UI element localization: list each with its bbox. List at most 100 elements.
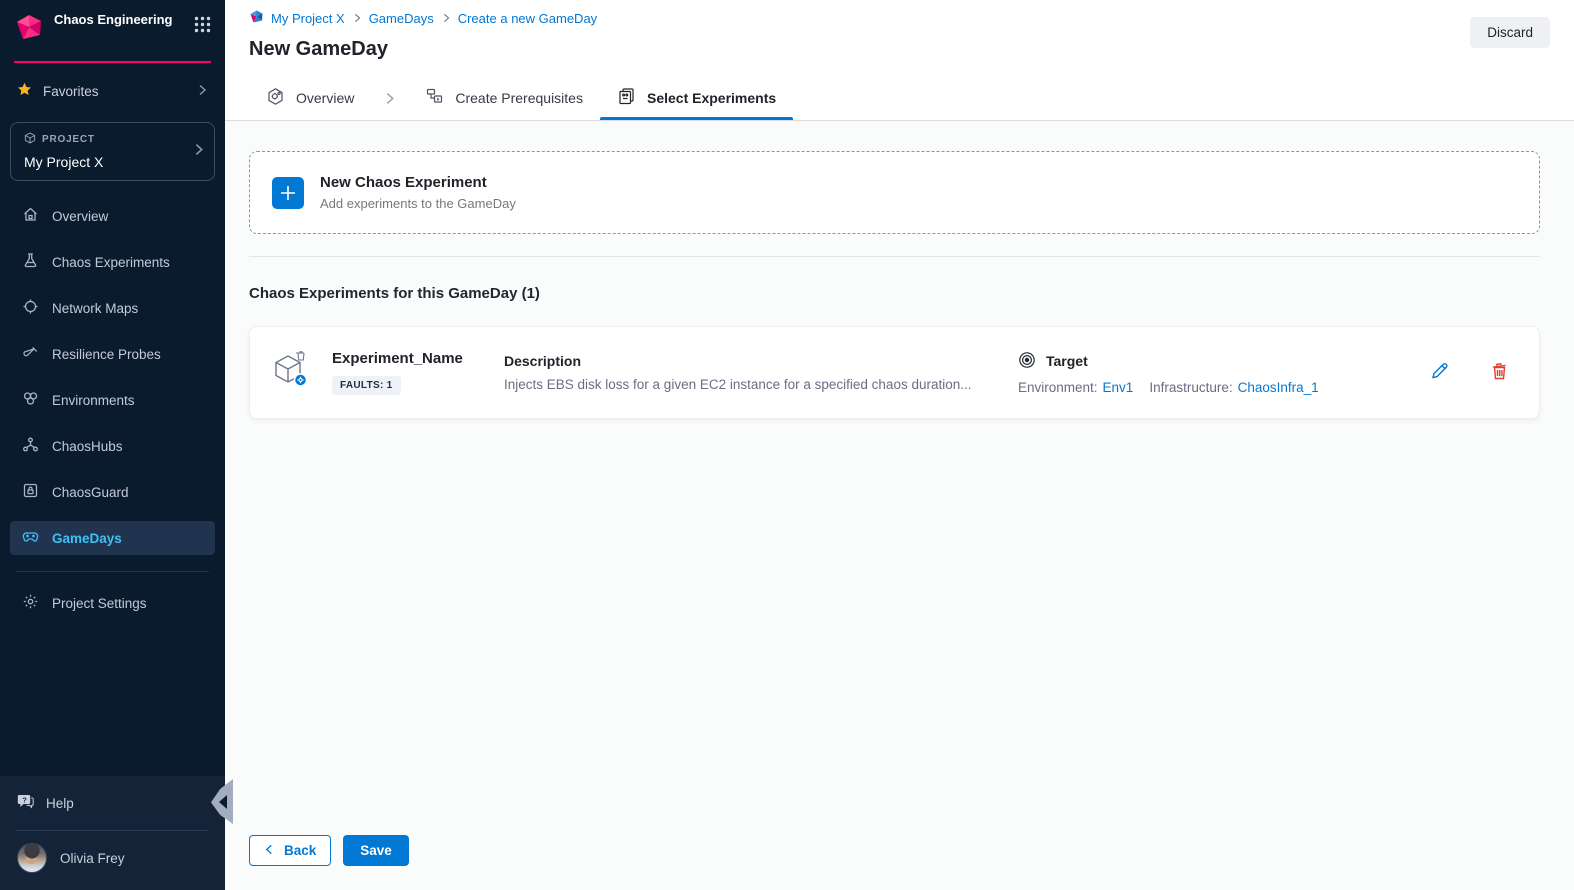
wizard-footer-actions: Back Save [249, 835, 409, 866]
tab-label: Overview [296, 90, 354, 106]
sidebar-item-gamedays[interactable]: GameDays [10, 521, 215, 555]
environment-link[interactable]: Env1 [1103, 380, 1134, 395]
description-label: Description [504, 353, 998, 369]
app-grid-icon[interactable] [194, 16, 211, 38]
sidebar-item-overview[interactable]: Overview [10, 199, 215, 233]
sidebar-item-label: Resilience Probes [52, 347, 161, 362]
stacked-cards-icon [617, 87, 636, 109]
target-label: Target [1046, 353, 1088, 369]
hexagon-gear-icon [266, 87, 285, 109]
help-button[interactable]: ? Help [0, 776, 225, 830]
tab-select-experiments[interactable]: Select Experiments [600, 76, 793, 120]
sidebar-item-label: GameDays [52, 531, 122, 546]
back-button[interactable]: Back [249, 835, 331, 866]
sidebar-item-resilience-probes[interactable]: Resilience Probes [10, 337, 215, 371]
node-graph-icon [22, 436, 39, 456]
user-avatar [17, 843, 47, 873]
sidebar-item-chaoshubs[interactable]: ChaosHubs [10, 429, 215, 463]
page-header: My Project X GameDays Create a new GameD… [225, 0, 1574, 76]
page-title: New GameDay [249, 38, 1550, 61]
tab-label: Create Prerequisites [455, 90, 583, 106]
crosshair-icon [22, 298, 39, 318]
sidebar-item-environments[interactable]: Environments [10, 383, 215, 417]
sidebar-item-chaos-experiments[interactable]: Chaos Experiments [10, 245, 215, 279]
main-area: My Project X GameDays Create a new GameD… [225, 0, 1574, 890]
back-label: Back [284, 843, 316, 858]
tab-content: New Chaos Experiment Add experiments to … [225, 121, 1574, 890]
gear-icon [22, 593, 39, 613]
app-window: Chaos Engineering Favorites [0, 0, 1574, 890]
help-label: Help [46, 796, 74, 811]
trash-icon [1490, 361, 1509, 384]
breadcrumb-link-gamedays[interactable]: GameDays [369, 11, 434, 26]
experiment-name-column: Experiment_Name FAULTS: 1 [332, 350, 504, 395]
brand-title: Chaos Engineering [54, 12, 184, 29]
user-name: Olivia Frey [60, 851, 125, 866]
infrastructure-link[interactable]: ChaosInfra_1 [1238, 380, 1319, 395]
new-experiment-title: New Chaos Experiment [320, 174, 516, 191]
breadcrumb-link-create-gameday[interactable]: Create a new GameDay [458, 11, 597, 26]
sidebar-item-label: Overview [52, 209, 108, 224]
target-bullseye-icon [1018, 351, 1036, 372]
breadcrumb-separator-icon [441, 11, 451, 26]
discard-button[interactable]: Discard [1470, 17, 1550, 48]
sidebar-item-project-settings[interactable]: Project Settings [10, 586, 215, 620]
experiment-actions [1418, 359, 1519, 386]
sidebar-item-label: Network Maps [52, 301, 138, 316]
delete-experiment-button[interactable] [1488, 359, 1511, 386]
favorites-row[interactable]: Favorites [0, 63, 225, 114]
new-chaos-experiment-dropzone[interactable]: New Chaos Experiment Add experiments to … [249, 151, 1540, 234]
user-profile[interactable]: Olivia Frey [0, 831, 225, 890]
experiment-card: Experiment_Name FAULTS: 1 Description In… [249, 326, 1540, 419]
target-meta: Environment: Env1 Infrastructure: ChaosI… [1018, 380, 1418, 395]
experiment-target-column: Target Environment: Env1 Infrastructure:… [1018, 351, 1418, 395]
breadcrumb-separator-icon [352, 11, 362, 26]
sidebar-item-label: Chaos Experiments [52, 255, 170, 270]
infrastructure-label: Infrastructure: [1149, 380, 1232, 395]
chevron-right-icon [192, 143, 205, 161]
star-icon [17, 82, 32, 100]
gamepad-icon [22, 528, 39, 548]
faults-badge: FAULTS: 1 [332, 376, 401, 395]
svg-text:?: ? [22, 795, 27, 804]
save-button[interactable]: Save [343, 835, 409, 866]
test-tube-icon [22, 344, 39, 364]
sidebar-item-label: Environments [52, 393, 135, 408]
favorites-label: Favorites [43, 84, 99, 99]
sidebar-item-label: ChaosGuard [52, 485, 129, 500]
sidebar: Chaos Engineering Favorites [0, 0, 225, 890]
sidebar-item-chaosguard[interactable]: ChaosGuard [10, 475, 215, 509]
new-experiment-subtitle: Add experiments to the GameDay [320, 196, 516, 211]
project-kicker: PROJECT [24, 132, 188, 147]
tab-separator-chevron-icon [371, 76, 408, 120]
edit-experiment-button[interactable] [1428, 359, 1452, 386]
home-icon [22, 206, 39, 226]
environment-label: Environment: [1018, 380, 1098, 395]
collapse-arrow-icon [219, 795, 227, 809]
sidebar-item-network-maps[interactable]: Network Maps [10, 291, 215, 325]
brand-header: Chaos Engineering [0, 0, 225, 55]
lock-icon [22, 482, 39, 502]
sidebar-nav: Overview Chaos Experiments Network Maps … [0, 181, 225, 555]
description-text: Injects EBS disk loss for a given EC2 in… [504, 377, 998, 392]
tab-create-prerequisites[interactable]: Create Prerequisites [408, 76, 600, 120]
experiment-description-column: Description Injects EBS disk loss for a … [504, 353, 1018, 392]
harness-mini-logo-icon [249, 9, 264, 27]
experiment-name: Experiment_Name [332, 350, 504, 367]
experiment-cube-icon [272, 349, 312, 396]
content-divider [249, 256, 1540, 257]
sidebar-item-label: ChaosHubs [52, 439, 123, 454]
project-selector[interactable]: PROJECT My Project X [10, 122, 215, 181]
breadcrumb: My Project X GameDays Create a new GameD… [249, 9, 1550, 27]
wizard-tabbar: Overview Create Prerequisites Select Exp… [225, 76, 1574, 121]
tab-overview[interactable]: Overview [249, 76, 371, 120]
add-experiment-button[interactable] [272, 177, 304, 209]
flask-icon [22, 252, 39, 272]
cube-icon [24, 132, 36, 147]
pencil-icon [1430, 361, 1450, 384]
target-header: Target [1018, 351, 1418, 372]
sidebar-footer: ? Help Olivia Frey [0, 776, 225, 890]
breadcrumb-link-project[interactable]: My Project X [271, 11, 345, 26]
section-heading: Chaos Experiments for this GameDay (1) [249, 285, 1540, 302]
rings-icon [22, 390, 39, 410]
